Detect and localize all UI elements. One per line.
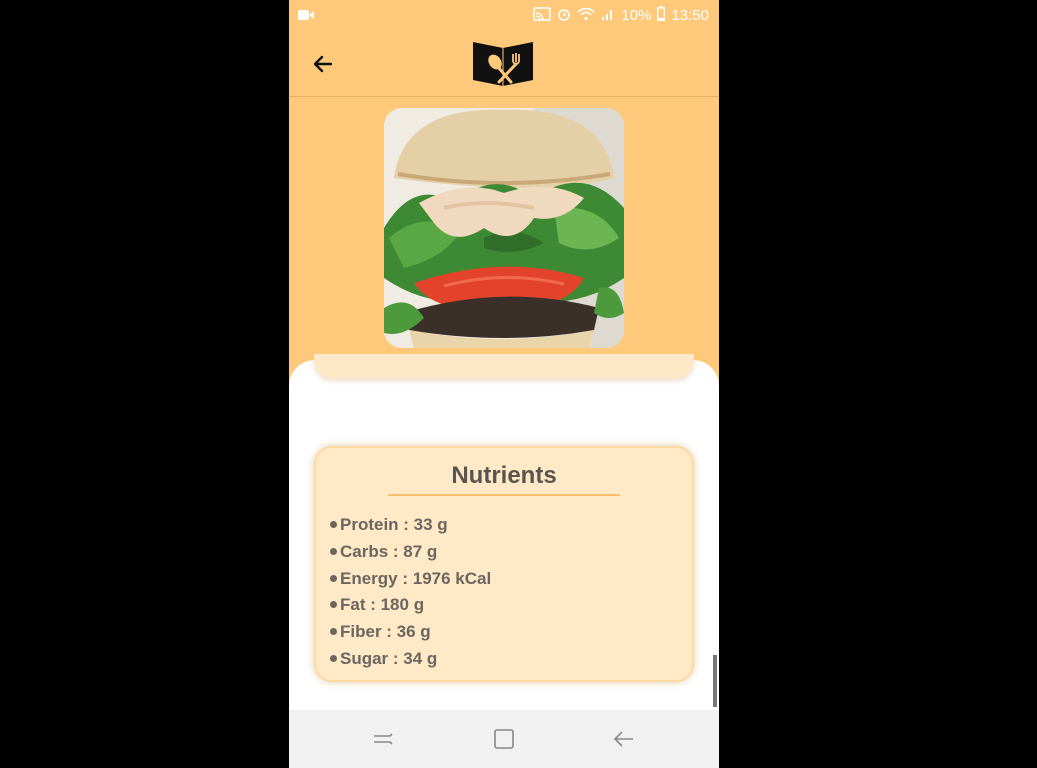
app-bar [289,32,719,97]
nutrient-item: Fat : 180 g [330,592,491,619]
nutrient-text: Fat : 180 g [340,595,425,615]
nutrient-text: Carbs : 87 g [340,541,438,561]
nutrient-item: Carbs : 87 g [330,539,491,566]
home-square-icon [494,729,514,749]
nutrient-text: Sugar : 34 g [340,648,438,668]
system-back-button[interactable] [612,727,636,751]
bullet-icon [330,655,337,662]
status-bar: 10% 13:50 [289,0,719,32]
battery-icon [657,6,666,25]
back-button[interactable] [309,50,337,78]
burger-photo [384,108,624,348]
wifi-icon [577,7,595,25]
recent-apps-icon [374,733,393,745]
nutrient-text: Fiber : 36 g [340,622,431,642]
title-underline [388,494,620,496]
alarm-icon [557,7,571,25]
recipe-book-logo [471,36,535,88]
back-triangle-icon [613,731,633,747]
screen-record-icon [298,8,314,26]
nutrient-item: Energy : 1976 kCal [330,566,491,593]
scrollbar[interactable] [713,655,717,707]
nutrient-item: Sugar : 34 g [330,646,491,673]
nutrient-text: Protein : 33 g [340,515,448,534]
bullet-icon [330,628,337,636]
nutrients-list: Protein : 33 g Carbs : 87 g Energy : 197… [330,512,491,673]
arrow-left-icon [313,55,333,73]
bullet-icon [330,547,337,555]
nutrient-item: Protein : 33 g [330,512,491,539]
signal-icon [601,7,615,25]
previous-card-edge [314,354,694,378]
bullet-icon [330,521,337,529]
cast-icon [533,6,552,25]
recent-apps-button[interactable] [371,727,395,751]
home-button[interactable] [492,727,516,751]
nutrients-title: Nutrients [451,462,557,489]
nutrient-item: Fiber : 36 g [330,619,491,646]
hero-section [289,97,719,387]
nutrients-card: Nutrients Protein : 33 g Carbs : 87 g En… [314,446,694,682]
bullet-icon [330,574,337,582]
detail-sheet: Nutrients Protein : 33 g Carbs : 87 g En… [289,354,719,720]
nutrient-text: Energy : 1976 kCal [340,568,492,588]
battery-percent: 10% [621,7,652,24]
system-nav-bar [289,710,719,768]
clock-time: 13:50 [671,7,709,24]
phone-screen: 10% 13:50 Nutrients Protein: 33 g Carbs… [289,0,719,768]
bullet-icon [330,601,337,609]
